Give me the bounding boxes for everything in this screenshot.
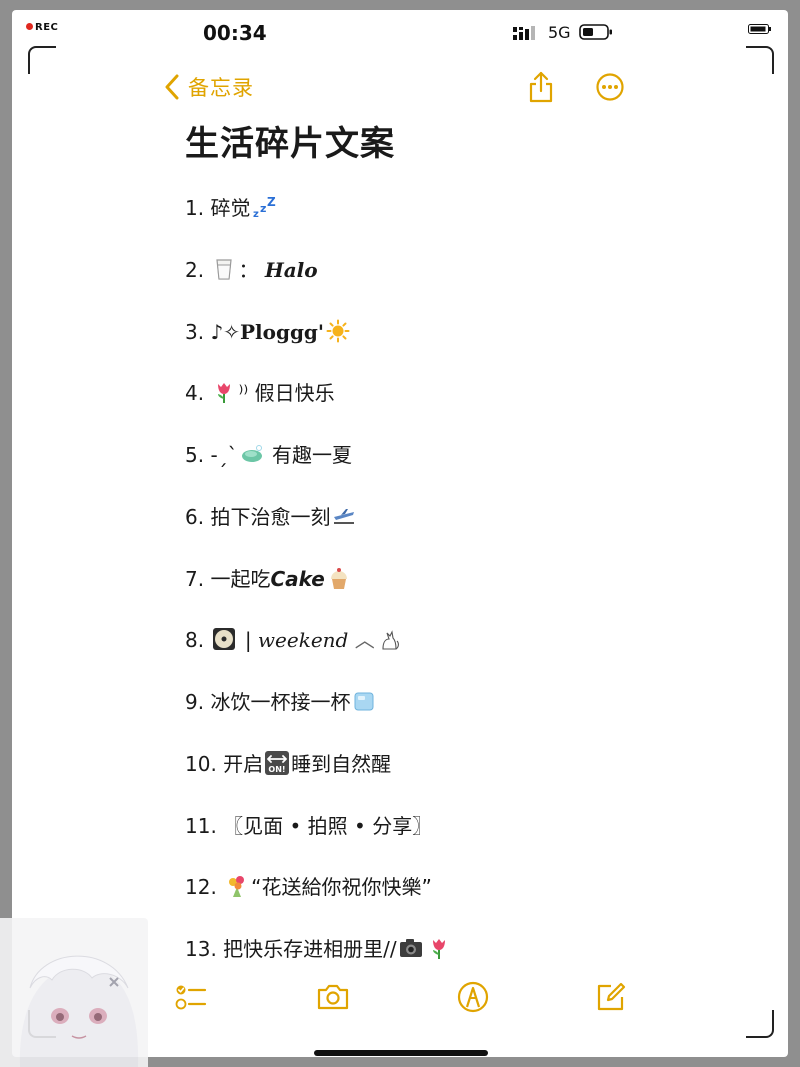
item-text: 〖见面 • 拍照 • 分享〗 [223,814,433,838]
item-number: 4. [185,381,205,405]
item-text: -ˏˋ [210,443,238,467]
cat-icon [382,630,399,650]
item-number: 12. [185,875,217,899]
item-number: 7. [185,567,205,591]
item-text: 拍下治愈一刻 [210,505,331,529]
tulip-icon [432,939,445,959]
dvd-icon [213,628,236,650]
svg-text:ON!: ON! [269,765,286,774]
list-item[interactable]: 9. 冰饮一杯接一杯 [185,685,378,719]
tulip-icon [218,383,231,403]
list-item[interactable]: 8. | weekend ︿ [185,623,403,657]
item-number: 8. [185,628,205,652]
markup-pen-icon[interactable] [456,980,490,1014]
list-item[interactable]: 6. 拍下治愈一刻 [185,500,358,534]
item-text: | [244,628,252,652]
item-text: ♪✧ [210,320,240,344]
anime-avatar-image [19,955,139,1067]
home-indicator[interactable] [314,1050,488,1056]
cupcake-icon [330,568,347,589]
zzz-icon: z z Z [253,195,276,219]
item-text: “花送給你祝你快樂” [251,875,432,899]
note-title: 生活碎片文案 [185,124,395,164]
camera-emoji-icon [399,939,422,957]
item-text-suffix: 睡到自然醒 [291,752,392,776]
back-button-label: 备忘录 [188,76,254,100]
list-item[interactable]: 4. ⁾⁾ 假日快乐 [185,376,335,410]
notes-screen: REC 00:34 5G 备忘录 生活碎片文案 1. 碎觉 z z Z 2. ：… [12,10,788,1057]
list-item[interactable]: 10. 开启 ON! 睡到自然醒 [185,747,391,781]
item-number: 10. [185,752,217,776]
list-item[interactable]: 1. 碎觉 z z Z [185,191,278,225]
airplane-icon [334,509,355,524]
corner-bracket-top-right [746,46,774,74]
item-text: 一起吃 [210,567,271,591]
milk-glass-icon [216,259,233,280]
list-item[interactable]: 11. 〖见面 • 拍照 • 分享〗 [185,809,432,843]
ellipsis-circle-icon[interactable] [595,72,625,102]
item-number: 2. [185,258,205,282]
list-item[interactable]: 3. ♪✧Ploggg' [185,315,352,349]
item-text: 开启 [223,752,264,776]
item-decoration: ︿ [354,628,375,652]
svg-text:Z: Z [267,195,276,209]
item-separator: // [383,937,397,961]
item-styled-text: Ploggg' [239,320,325,344]
item-text: 把快乐存进相册里 [223,937,384,961]
soap-icon [241,445,262,462]
status-time: 00:34 [203,21,267,45]
svg-text:z: z [253,209,259,219]
chevron-left-icon [165,74,179,100]
floating-thumbnail[interactable] [0,918,148,1067]
item-text-suffix: 有趣一夏 [272,443,353,467]
item-number: 5. [185,443,205,467]
item-styled-text: Cake [270,567,325,591]
checklist-icon[interactable] [174,980,208,1014]
bouquet-icon [229,876,245,897]
back-button[interactable]: 备忘录 [164,72,254,102]
item-styled-text: weekend [257,628,349,652]
corner-bracket-bottom-right [746,1010,774,1038]
item-text: 冰饮一杯接一杯 [210,690,351,714]
item-number: 11. [185,814,217,838]
item-number: 9. [185,690,205,714]
mini-battery-icon [748,24,771,34]
item-styled-text: Halo [264,258,318,282]
on-arrow-icon: ON! [265,751,290,775]
item-text: ⁾⁾ 假日快乐 [238,381,335,405]
compose-icon[interactable] [594,980,628,1014]
item-number: 6. [185,505,205,529]
list-item[interactable]: 2. ： Halo [185,253,318,287]
battery-icon [579,24,612,40]
list-item[interactable]: 13. 把快乐存进相册里// [185,932,453,966]
svg-text:z: z [260,202,266,215]
recording-indicator: REC [26,22,58,33]
list-item[interactable]: 7. 一起吃Cake [185,562,353,596]
camera-icon[interactable] [316,980,350,1014]
item-text: 碎觉 [210,196,251,220]
sun-icon [326,319,350,343]
cellular-signal-icon [513,26,535,40]
item-text: ： [238,258,259,282]
status-bar: REC 00:34 5G [12,10,788,50]
ice-cube-icon [354,692,374,711]
network-type: 5G [548,23,571,42]
item-number: 1. [185,196,205,220]
list-item[interactable]: 12. “花送給你祝你快樂” [185,870,432,904]
record-dot-icon [26,23,33,30]
share-icon[interactable] [526,70,556,104]
item-number: 13. [185,937,217,961]
item-number: 3. [185,320,205,344]
list-item[interactable]: 5. -ˏˋ 有趣一夏 [185,438,352,472]
corner-bracket-top-left [28,46,56,74]
